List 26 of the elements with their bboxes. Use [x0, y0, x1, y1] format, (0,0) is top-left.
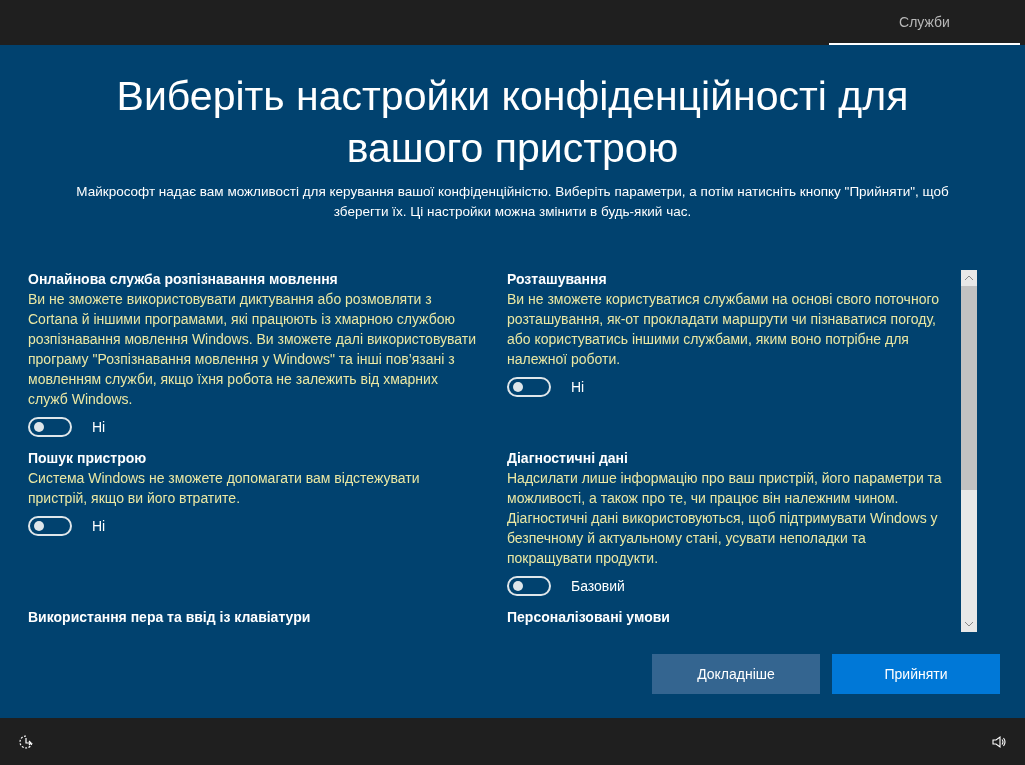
setting-description: Система Windows не зможете допомагати вам відстежувати пристрій, якщо ви його втратите. — [28, 469, 421, 508]
setting-heading: Онлайнова служба розпізнавання мовлення — [28, 270, 339, 288]
toggle-switch[interactable] — [507, 576, 551, 596]
setting-heading: Діагностичні дані — [507, 449, 629, 467]
setting-description: Надсилати лише інформацію про ваш пристрій, його параметри та можливості, а також про те, чи працює він належним чином. Діагностичні дані використовуються, щоб підтримувати Windows у безпечному й актуальному стані, усувати неполадки та покращувати продукти. — [507, 469, 943, 568]
accept-button[interactable]: Прийняти — [832, 654, 1000, 694]
setting-heading: Використання пера та ввід із клавіатури — [28, 608, 312, 626]
toggle-label: Базовий — [571, 578, 625, 594]
toggle-label: Ні — [92, 518, 106, 534]
speaker-icon[interactable] — [991, 733, 1007, 750]
setting-description: Ви не зможете користуватися службами на основі свого поточного розташування, як-от прокладати маршрути чи пізнаватися погоду, або користуватись іншими службами, яким воно потрібне для належної роботи. — [507, 290, 940, 369]
toggle-switch[interactable] — [28, 516, 72, 536]
toggle-switch[interactable] — [507, 377, 551, 397]
toggle-label: Ні — [92, 419, 106, 435]
scrollbar[interactable] — [961, 270, 977, 632]
accessibility-icon[interactable] — [18, 733, 34, 750]
intro-text: Майкрософт надає вам можливості для керування вашої конфіденційністю. Виберіть параметри, а потім натисніть кнопку "Прийняти", щоб зберегти їх. Ці настройки можна змінити в будь-який час. — [75, 183, 950, 221]
learn-more-button[interactable]: Докладніше — [652, 654, 820, 694]
page-title: Виберіть настройки конфіденційності для вашого пристрою — [115, 72, 910, 173]
toggle-switch[interactable] — [28, 417, 72, 437]
toggle-label: Ні — [571, 379, 585, 395]
setting-heading: Розташування — [507, 270, 608, 288]
scroll-thumb[interactable] — [961, 286, 977, 490]
setting-heading: Персоналізовані умови — [507, 608, 671, 626]
setting-heading: Пошук пристрою — [28, 449, 148, 467]
setting-description: Ви не зможете використовувати диктування або розмовляти з Cortana й іншими програмами, які працюють із хмарною службою розпізнавання мовлення Windows. Ви зможете далі використовувати програму "Розпізнавання мовлення у Windows" та інші пов’язані з мовленням служби, якщо їхня робота не залежить від хмарних служб Windows. — [28, 290, 477, 409]
